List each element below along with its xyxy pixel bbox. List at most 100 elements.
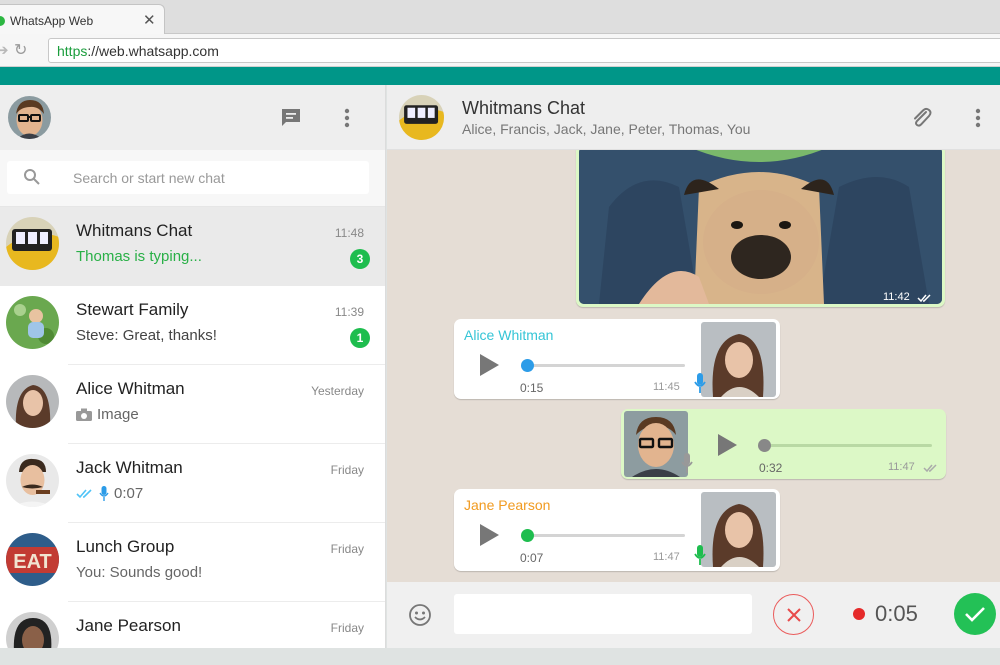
chat-preview: Image (76, 406, 139, 423)
conversation-title: Whitmans Chat (462, 98, 586, 118)
mic-icon (694, 373, 706, 393)
chat-name: Lunch Group (76, 537, 175, 556)
send-recording-button[interactable] (954, 593, 996, 635)
play-icon[interactable] (716, 433, 738, 457)
chat-avatar: EAT (6, 533, 59, 586)
audio-track[interactable] (762, 444, 932, 447)
chat-preview: Thomas is typing... (76, 248, 202, 265)
dog-photo[interactable] (579, 147, 942, 304)
composer-bar: 0:05 (387, 582, 1000, 648)
chat-list: Whitmans Chat 11:48 Thomas is typing... … (0, 207, 385, 648)
menu-icon[interactable] (340, 106, 354, 130)
image-message[interactable]: 11:42 (576, 144, 945, 307)
chat-name: Stewart Family (76, 300, 189, 319)
chat-preview: Steve: Great, thanks! (76, 327, 217, 344)
chat-avatar (6, 375, 59, 428)
search-icon (23, 168, 41, 191)
chat-item-alice-whitman[interactable]: Alice Whitman Yesterday Image (0, 365, 385, 444)
unread-badge: 3 (350, 249, 370, 269)
audio-duration: 0:07 (520, 551, 544, 565)
svg-text:EAT: EAT (13, 551, 52, 573)
message-time: 11:47 (888, 461, 915, 473)
chat-time: 11:48 (334, 226, 364, 240)
whatsapp-favicon-icon (0, 16, 5, 26)
preview-text: 0:07 (114, 485, 144, 502)
chat-name: Jack Whitman (76, 458, 183, 477)
conversation-members: Alice, Francis, Jack, Jane, Peter, Thoma… (462, 121, 751, 137)
tab-close-icon[interactable]: ✕ (143, 11, 156, 29)
chat-time: Friday (330, 542, 364, 556)
play-icon[interactable] (478, 353, 500, 377)
group-avatar[interactable] (399, 95, 444, 140)
cancel-recording-button[interactable] (773, 594, 814, 635)
chat-item-jack-whitman[interactable]: Jack Whitman Friday 0:07 (0, 444, 385, 523)
chat-time: Friday (330, 621, 364, 635)
recording-timer: 0:05 (875, 601, 918, 626)
voice-message-alice: Alice Whitman 0:15 11:45 (454, 319, 780, 399)
chat-preview: You: Sounds good! (76, 564, 203, 581)
sender-name: Alice Whitman (464, 327, 554, 343)
new-chat-icon[interactable] (279, 106, 303, 130)
close-icon (786, 607, 801, 622)
conversation-pane: Whitmans Chat Alice, Francis, Jack, Jane… (387, 85, 1000, 648)
chat-item-lunch-group[interactable]: EAT Lunch Group Friday You: Sounds good! (0, 523, 385, 602)
message-time: 11:45 (653, 381, 680, 393)
chat-avatar (6, 454, 59, 507)
audio-duration: 0:15 (520, 381, 544, 395)
chat-name: Whitmans Chat (76, 221, 193, 240)
message-time: 11:42 (883, 291, 910, 303)
camera-icon (76, 408, 92, 421)
play-icon[interactable] (478, 523, 500, 547)
chat-item-whitmans-chat[interactable]: Whitmans Chat 11:48 Thomas is typing... … (0, 207, 385, 286)
mic-icon (694, 545, 706, 565)
app-top-band (0, 67, 1000, 85)
audio-scrubber[interactable] (758, 439, 771, 452)
double-check-icon (76, 489, 92, 499)
voice-message-outgoing: 0:32 11:47 (621, 409, 946, 479)
emoji-icon[interactable] (407, 602, 433, 628)
sidebar: Whitmans Chat 11:48 Thomas is typing... … (0, 85, 386, 648)
audio-track[interactable] (525, 534, 685, 537)
reload-icon[interactable]: ↻ (14, 40, 27, 60)
mic-icon (681, 453, 693, 473)
chat-avatar (6, 612, 59, 648)
chat-avatar (6, 296, 59, 349)
audio-duration: 0:32 (759, 461, 783, 475)
search-input[interactable] (73, 161, 363, 194)
url-scheme: https (57, 43, 88, 59)
url-host: ://web.whatsapp.com (87, 43, 219, 59)
my-thumbnail (624, 411, 688, 477)
voice-message-jane: Jane Pearson 0:07 11:47 (454, 489, 780, 571)
chat-time: 11:39 (334, 305, 364, 319)
my-avatar[interactable] (8, 96, 51, 139)
chat-avatar (6, 217, 59, 270)
bottom-strip (0, 648, 1000, 665)
chat-item-jane-pearson[interactable]: Jane Pearson Friday (0, 602, 385, 648)
chat-item-stewart-family[interactable]: Stewart Family 11:39 Steve: Great, thank… (0, 286, 385, 365)
audio-track[interactable] (525, 364, 685, 367)
sender-name: Jane Pearson (464, 497, 551, 513)
browser-tab-bar: WhatsApp Web ✕ (0, 0, 1000, 34)
checkmark-icon (965, 607, 985, 622)
search-bar (0, 150, 385, 207)
conversation-header[interactable]: Whitmans Chat Alice, Francis, Jack, Jane… (387, 85, 1000, 150)
recording-indicator-icon (853, 608, 865, 620)
preview-text: Image (97, 406, 139, 423)
conversation-menu-icon[interactable] (971, 106, 985, 130)
audio-scrubber[interactable] (521, 529, 534, 542)
message-input[interactable] (454, 594, 752, 634)
chat-time: Yesterday (311, 384, 364, 398)
sender-thumbnail (701, 322, 776, 397)
address-bar-row: ➔ ↻ https://web.whatsapp.com (0, 34, 1000, 67)
chat-name: Jane Pearson (76, 616, 181, 635)
browser-tab[interactable]: WhatsApp Web ✕ (0, 4, 165, 34)
chat-time: Friday (330, 463, 364, 477)
read-receipt-icon (923, 464, 937, 473)
search-box[interactable] (7, 161, 369, 194)
read-receipt-icon (917, 294, 931, 303)
back-arrow-icon[interactable]: ➔ (0, 41, 9, 59)
url-field[interactable]: https://web.whatsapp.com (48, 38, 1000, 63)
attach-icon[interactable] (909, 105, 935, 131)
message-list: 11:42 Alice Whitman 0:15 11:45 0:32 11:4… (387, 144, 1000, 582)
audio-scrubber[interactable] (521, 359, 534, 372)
